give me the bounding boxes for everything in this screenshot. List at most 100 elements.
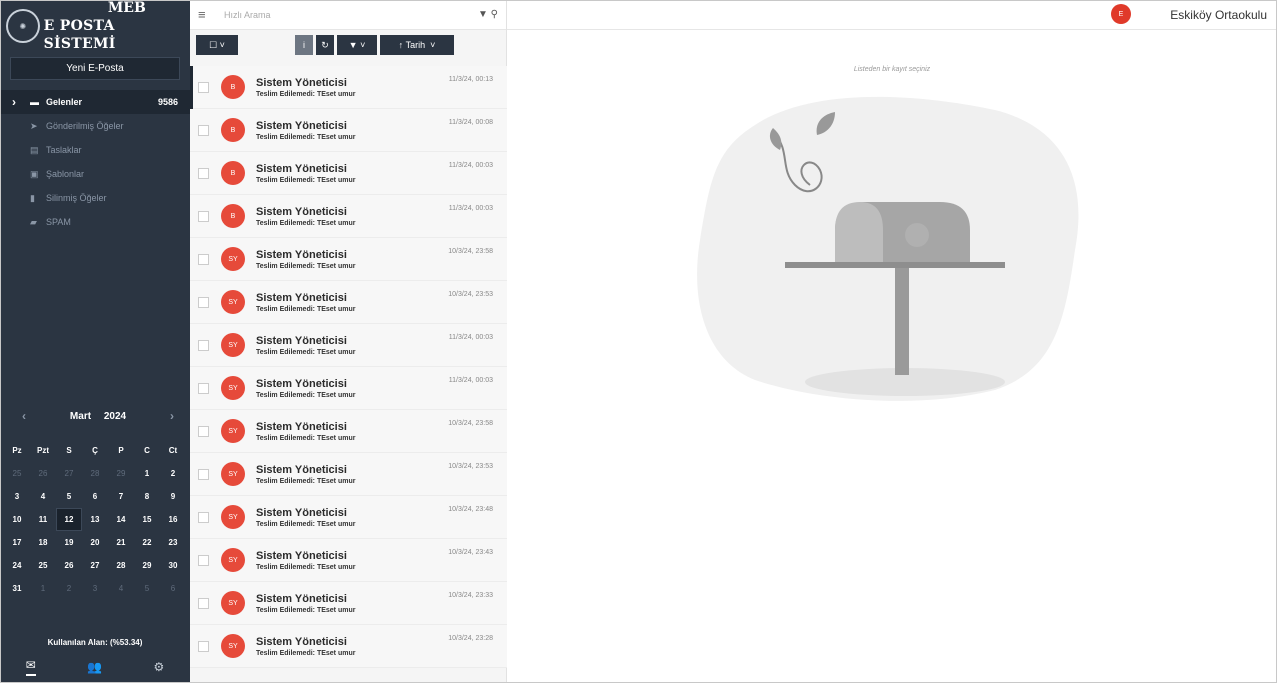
message-summary: Sistem Yöneticisi Teslim Edilemedi: TEset… — [256, 292, 355, 313]
calendar-day[interactable]: 22 — [134, 531, 160, 554]
message-row[interactable]: SY Sistem Yöneticisi Teslim Edilemedi: TEs… — [190, 281, 507, 324]
folder-drafts[interactable]: ▤ Taslaklar — [0, 138, 190, 162]
calendar-day[interactable]: 21 — [108, 531, 134, 554]
calendar-day[interactable]: 18 — [30, 531, 56, 554]
message-date: 10/3/24, 23:43 — [448, 549, 493, 556]
calendar-day[interactable]: 17 — [4, 531, 30, 554]
calendar-day[interactable]: 12 — [56, 508, 82, 531]
message-row[interactable]: B Sistem Yöneticisi Teslim Edilemedi: TEse… — [190, 195, 507, 238]
user-name[interactable]: Eskiköy Ortaokulu — [1170, 8, 1267, 22]
folder-spam[interactable]: ▰ SPAM — [0, 210, 190, 234]
calendar-day[interactable]: 10 — [4, 508, 30, 531]
calendar-day[interactable]: 19 — [56, 531, 82, 554]
filter-search-icons[interactable]: ▼ ⚲ — [478, 9, 498, 20]
storage-quota: Kullanılan Alan: (%53.34) — [47, 638, 143, 647]
calendar-day[interactable]: 26 — [30, 462, 56, 485]
message-checkbox[interactable] — [198, 210, 209, 222]
calendar-day[interactable]: 29 — [134, 554, 160, 577]
calendar-day[interactable]: 6 — [82, 485, 108, 508]
calendar-day[interactable]: 28 — [82, 462, 108, 485]
message-checkbox[interactable] — [198, 339, 209, 351]
calendar-day[interactable]: 8 — [134, 485, 160, 508]
message-row[interactable]: SY Sistem Yöneticisi Teslim Edilemedi: TEs… — [190, 367, 507, 410]
chevron-right-icon[interactable]: › — [170, 409, 174, 423]
new-mail-button[interactable]: Yeni E-Posta — [10, 57, 180, 80]
contacts-icon[interactable]: 👥 — [87, 660, 102, 674]
message-checkbox[interactable] — [198, 382, 209, 394]
calendar-day[interactable]: 2 — [56, 577, 82, 600]
folder-sent[interactable]: ➤ Gönderilmiş Öğeler — [0, 114, 190, 138]
calendar-day[interactable]: 7 — [108, 485, 134, 508]
message-row[interactable]: SY Sistem Yöneticisi Teslim Edilemedi: TEs… — [190, 496, 507, 539]
message-row[interactable]: B Sistem Yöneticisi Teslim Edilemedi: TEse… — [190, 109, 507, 152]
calendar-day[interactable]: 4 — [108, 577, 134, 600]
hamburger-menu-icon[interactable]: ≡ — [198, 7, 220, 22]
message-checkbox[interactable] — [198, 554, 209, 566]
message-row[interactable]: SY Sistem Yöneticisi Teslim Edilemedi: TEs… — [190, 539, 507, 582]
calendar-day[interactable]: 15 — [134, 508, 160, 531]
message-row[interactable]: SY Sistem Yöneticisi Teslim Edilemedi: TEs… — [190, 324, 507, 367]
sender-avatar: B — [221, 118, 245, 142]
calendar-day[interactable]: 3 — [4, 485, 30, 508]
message-checkbox[interactable] — [198, 640, 209, 652]
user-avatar[interactable]: E — [1111, 4, 1131, 24]
calendar-day[interactable]: 5 — [56, 485, 82, 508]
message-row[interactable]: SY Sistem Yöneticisi Teslim Edilemedi: TEs… — [190, 582, 507, 625]
calendar-day[interactable]: 23 — [160, 531, 186, 554]
info-button[interactable]: i — [295, 35, 313, 55]
template-icon: ▣ — [30, 168, 39, 179]
calendar-day[interactable]: 2 — [160, 462, 186, 485]
message-row[interactable]: SY Sistem Yöneticisi Teslim Edilemedi: TEs… — [190, 625, 507, 668]
message-sender: Sistem Yöneticisi — [256, 334, 347, 347]
message-checkbox[interactable] — [198, 296, 209, 308]
folder-templates[interactable]: ▣ Şablonlar — [0, 162, 190, 186]
message-checkbox[interactable] — [198, 468, 209, 480]
message-checkbox[interactable] — [198, 597, 209, 609]
search-input[interactable]: Hızlı Arama — [220, 10, 478, 20]
message-row[interactable]: SY Sistem Yöneticisi Teslim Edilemedi: TEs… — [190, 453, 507, 496]
sort-dropdown[interactable]: ↑ Tarih ˅ — [380, 35, 454, 55]
filter-dropdown[interactable]: ▼ ˅ — [337, 35, 377, 55]
calendar-day[interactable]: 24 — [4, 554, 30, 577]
message-row[interactable]: SY Sistem Yöneticisi Teslim Edilemedi: TEs… — [190, 410, 507, 453]
calendar-day[interactable]: 31 — [4, 577, 30, 600]
message-checkbox[interactable] — [198, 81, 209, 93]
calendar-day[interactable]: 25 — [30, 554, 56, 577]
mail-icon[interactable]: ✉ — [25, 658, 36, 676]
calendar-day[interactable]: 6 — [160, 577, 186, 600]
message-checkbox[interactable] — [198, 124, 209, 136]
calendar-day[interactable]: 30 — [160, 554, 186, 577]
message-checkbox[interactable] — [198, 425, 209, 437]
calendar-day[interactable]: 1 — [30, 577, 56, 600]
calendar-day[interactable]: 25 — [4, 462, 30, 485]
calendar-day[interactable]: 26 — [56, 554, 82, 577]
settings-icon[interactable]: ⚙ — [154, 660, 165, 674]
calendar-day[interactable]: 5 — [134, 577, 160, 600]
refresh-button[interactable]: ↻ — [316, 35, 334, 55]
calendar-day[interactable]: 9 — [160, 485, 186, 508]
chevron-left-icon[interactable]: ‹ — [22, 409, 26, 423]
folder-inbox[interactable]: › ▬ Gelenler 9586 — [0, 90, 190, 114]
calendar-day[interactable]: 14 — [108, 508, 134, 531]
calendar-day[interactable]: 27 — [56, 462, 82, 485]
folder-deleted[interactable]: ▮ Silinmiş Öğeler — [0, 186, 190, 210]
calendar-day[interactable]: 16 — [160, 508, 186, 531]
calendar-day[interactable]: 28 — [108, 554, 134, 577]
message-subject: Teslim Edilemedi: TEset umur — [256, 90, 356, 98]
select-all-dropdown[interactable]: ☐ ˅ — [196, 35, 238, 55]
calendar-day[interactable]: 27 — [82, 554, 108, 577]
calendar-day[interactable]: 4 — [30, 485, 56, 508]
calendar-day[interactable]: 20 — [82, 531, 108, 554]
calendar-day[interactable]: 13 — [82, 508, 108, 531]
calendar-day[interactable]: 29 — [108, 462, 134, 485]
calendar-day[interactable]: 3 — [82, 577, 108, 600]
calendar-day[interactable]: 11 — [30, 508, 56, 531]
message-checkbox[interactable] — [198, 167, 209, 179]
calendar-day[interactable]: 1 — [134, 462, 160, 485]
message-row[interactable]: B Sistem Yöneticisi Teslim Edilemedi: TEse… — [190, 152, 507, 195]
message-row[interactable]: B Sistem Yöneticisi Teslim Edilemedi: TEse… — [190, 66, 507, 109]
spam-icon: ▰ — [30, 216, 37, 227]
message-checkbox[interactable] — [198, 253, 209, 265]
message-checkbox[interactable] — [198, 511, 209, 523]
message-row[interactable]: SY Sistem Yöneticisi Teslim Edilemedi: TEs… — [190, 238, 507, 281]
